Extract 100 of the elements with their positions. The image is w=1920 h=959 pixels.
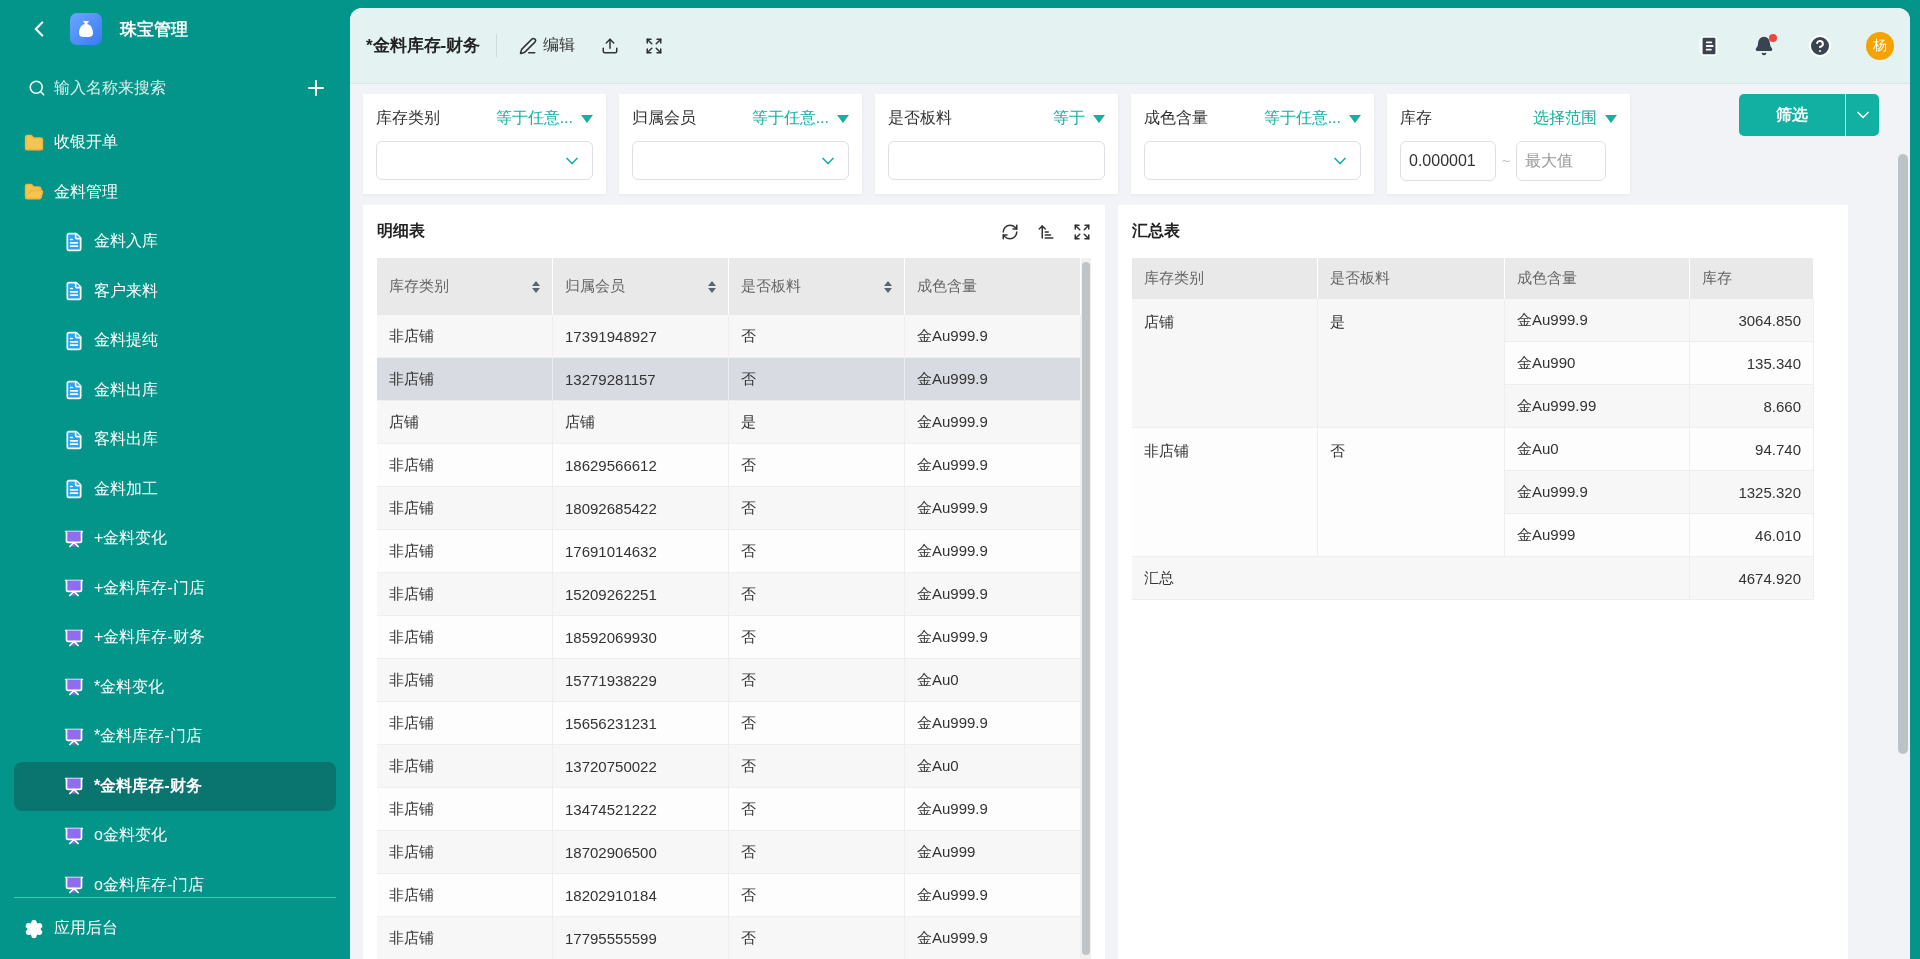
table-cell: 金Au999.9: [905, 444, 1081, 487]
filter-button[interactable]: 筛选: [1739, 94, 1845, 136]
table-cell: 1325.320: [1690, 471, 1814, 514]
menu-item[interactable]: o金料变化: [14, 811, 336, 861]
scrollbar[interactable]: [1081, 258, 1091, 959]
menu-item[interactable]: *金料库存-财务: [14, 761, 336, 811]
table-cell: 店铺: [377, 401, 553, 444]
folder-item[interactable]: 收银开单: [14, 118, 336, 168]
table-cell: 金Au999.9: [905, 874, 1081, 917]
table-cell: 否: [729, 659, 905, 702]
select-field[interactable]: [632, 141, 849, 180]
document-icon: [64, 281, 84, 302]
table-cell: 否: [1318, 428, 1505, 557]
table-cell: 非店铺: [377, 616, 553, 659]
operator-dropdown[interactable]: 等于任意...: [495, 108, 593, 129]
card-title: 汇总表: [1132, 221, 1180, 241]
caret-icon: [581, 114, 593, 123]
table-cell: 13720750022: [553, 745, 729, 788]
table-cell: 金Au999.9: [905, 788, 1081, 831]
menu-item[interactable]: +金料变化: [14, 514, 336, 564]
menu-item[interactable]: *金料库存-门店: [14, 712, 336, 762]
table-cell: 金Au999.9: [905, 573, 1081, 616]
column-header[interactable]: 库存类别: [377, 258, 553, 315]
operator-dropdown[interactable]: 等于任意...: [1263, 108, 1361, 129]
table-cell: 8.660: [1690, 385, 1814, 428]
column-header: 是否板料: [1318, 258, 1505, 299]
caret-icon: [1605, 114, 1617, 123]
min-field[interactable]: 0.000001: [1400, 141, 1496, 181]
chart-icon: [64, 825, 84, 846]
max-field[interactable]: 最大值: [1516, 141, 1607, 181]
menu-item[interactable]: 金料加工: [14, 464, 336, 514]
table-cell: 非店铺: [377, 917, 553, 959]
bell-icon[interactable]: [1754, 35, 1774, 56]
table-cell: 18092685422: [553, 487, 729, 530]
column-header[interactable]: 是否板料: [729, 258, 905, 315]
search-icon: [28, 79, 46, 97]
menu-item[interactable]: 客料出库: [14, 415, 336, 465]
folder-item[interactable]: 金料管理: [14, 167, 336, 217]
sort-icon[interactable]: [884, 280, 892, 293]
menu-item[interactable]: +金料库存-财务: [14, 613, 336, 663]
caret-icon: [1349, 114, 1361, 123]
menu-item[interactable]: 金料入库: [14, 217, 336, 267]
column-header: 库存: [1690, 258, 1814, 299]
table-cell: 15771938229: [553, 659, 729, 702]
operator-dropdown[interactable]: 等于任意...: [751, 108, 849, 129]
search-field[interactable]: 输入名称来搜索: [52, 78, 298, 98]
input-field[interactable]: [888, 141, 1105, 180]
table-cell: 金Au999.9: [905, 401, 1081, 444]
document-icon: [64, 429, 84, 450]
menu-item[interactable]: 金料出库: [14, 365, 336, 415]
table-cell: 非店铺: [377, 444, 553, 487]
menu-item[interactable]: *金料变化: [14, 662, 336, 712]
menu-item[interactable]: 金料提纯: [14, 316, 336, 366]
menu-item[interactable]: +金料库存-门店: [14, 563, 336, 613]
menu-item[interactable]: 客户来料: [14, 266, 336, 316]
table-cell: 金Au999.9: [1505, 471, 1690, 514]
column-header: 成色含量: [905, 258, 1081, 315]
notebook-icon[interactable]: [1698, 34, 1720, 57]
table-cell: 非店铺: [377, 530, 553, 573]
table-cell: 金Au990: [1505, 342, 1690, 385]
document-icon: [64, 479, 84, 500]
table-cell: 18629566612: [553, 444, 729, 487]
table-cell: 13279281157: [553, 358, 729, 401]
table-cell: 否: [729, 573, 905, 616]
filter-label: 库存类别: [376, 108, 440, 128]
tilde-separator: ~: [1502, 153, 1511, 169]
table-cell: 非店铺: [377, 745, 553, 788]
table-cell: 3064.850: [1690, 299, 1814, 342]
operator-dropdown[interactable]: 等于: [1053, 108, 1105, 129]
page-title: *金料库存-财务: [366, 34, 498, 57]
operator-dropdown[interactable]: 选择范围: [1533, 108, 1617, 129]
table-cell: 否: [729, 487, 905, 530]
table-cell: 15656231231: [553, 702, 729, 745]
table-cell: 否: [729, 874, 905, 917]
sort-icon[interactable]: [708, 280, 716, 293]
table-cell: 金Au999.9: [905, 702, 1081, 745]
table-cell: 否: [729, 315, 905, 358]
table-cell: 非店铺: [377, 659, 553, 702]
column-header: 成色含量: [1505, 258, 1690, 299]
table-cell: 否: [729, 788, 905, 831]
caret-icon: [837, 114, 849, 123]
table-cell: 金Au999.9: [905, 358, 1081, 401]
refresh-icon[interactable]: [1001, 222, 1019, 241]
filter-label: 成色含量: [1144, 108, 1208, 128]
menu-item[interactable]: o金料库存-门店: [14, 860, 336, 897]
table-cell: 17795555599: [553, 917, 729, 959]
scrollbar[interactable]: [1898, 154, 1908, 754]
column-header[interactable]: 归属会员: [553, 258, 729, 315]
sort-order-icon[interactable]: [1037, 222, 1055, 241]
sort-icon[interactable]: [532, 280, 540, 293]
help-icon[interactable]: [1808, 33, 1832, 58]
select-field[interactable]: [376, 141, 593, 180]
user-avatar[interactable]: 杨: [1866, 31, 1894, 60]
document-icon: [64, 231, 84, 252]
select-field[interactable]: [1144, 141, 1361, 180]
footer-link[interactable]: 应用后台: [14, 897, 336, 959]
edit-button[interactable]: 编辑: [515, 31, 580, 60]
table-cell: 金Au999: [905, 831, 1081, 874]
table-cell: 金Au0: [1505, 428, 1690, 471]
fullscreen-icon[interactable]: [1073, 222, 1091, 241]
